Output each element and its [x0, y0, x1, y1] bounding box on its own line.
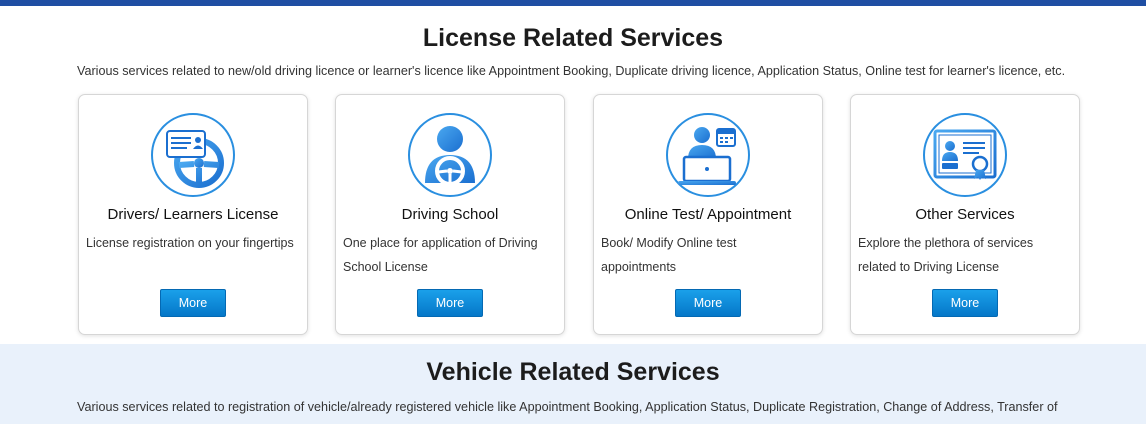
card-title: Other Services: [915, 206, 1015, 223]
card-description: Book/ Modify Online test appointments: [601, 236, 737, 274]
card-driving-school: Driving School One place for application…: [335, 94, 565, 335]
vehicle-section-title: Vehicle Related Services: [426, 358, 720, 386]
more-button[interactable]: More: [932, 289, 998, 317]
license-services-section: License Related Services Various service…: [0, 6, 1146, 344]
more-button[interactable]: More: [417, 289, 483, 317]
vehicle-services-section: Vehicle Related Services Various service…: [0, 344, 1146, 424]
card-title: Online Test/ Appointment: [624, 206, 792, 223]
card-title: Driving School: [401, 206, 499, 223]
license-steering-icon: [151, 113, 235, 197]
more-button[interactable]: More: [675, 289, 741, 317]
card-description: One place for application of Driving Sch…: [343, 236, 538, 274]
card-description: License registration on your fingertips: [86, 236, 294, 250]
card-online-test-appointment: Online Test/ Appointment Book/ Modify On…: [593, 94, 823, 335]
card-other-services: Other Services Explore the plethora of s…: [850, 94, 1080, 335]
card-description: Explore the plethora of services related…: [858, 236, 1034, 274]
vehicle-section-description: Various services related to registration…: [77, 400, 1058, 414]
driver-steering-icon: [408, 113, 492, 197]
online-test-calendar-icon: [666, 113, 750, 197]
card-drivers-learners-license: Drivers/ Learners License License regist…: [78, 94, 308, 335]
more-button[interactable]: More: [160, 289, 226, 317]
license-service-cards: Drivers/ Learners License License regist…: [0, 6, 1146, 344]
card-title: Drivers/ Learners License: [107, 206, 279, 223]
certificate-icon: [923, 113, 1007, 197]
